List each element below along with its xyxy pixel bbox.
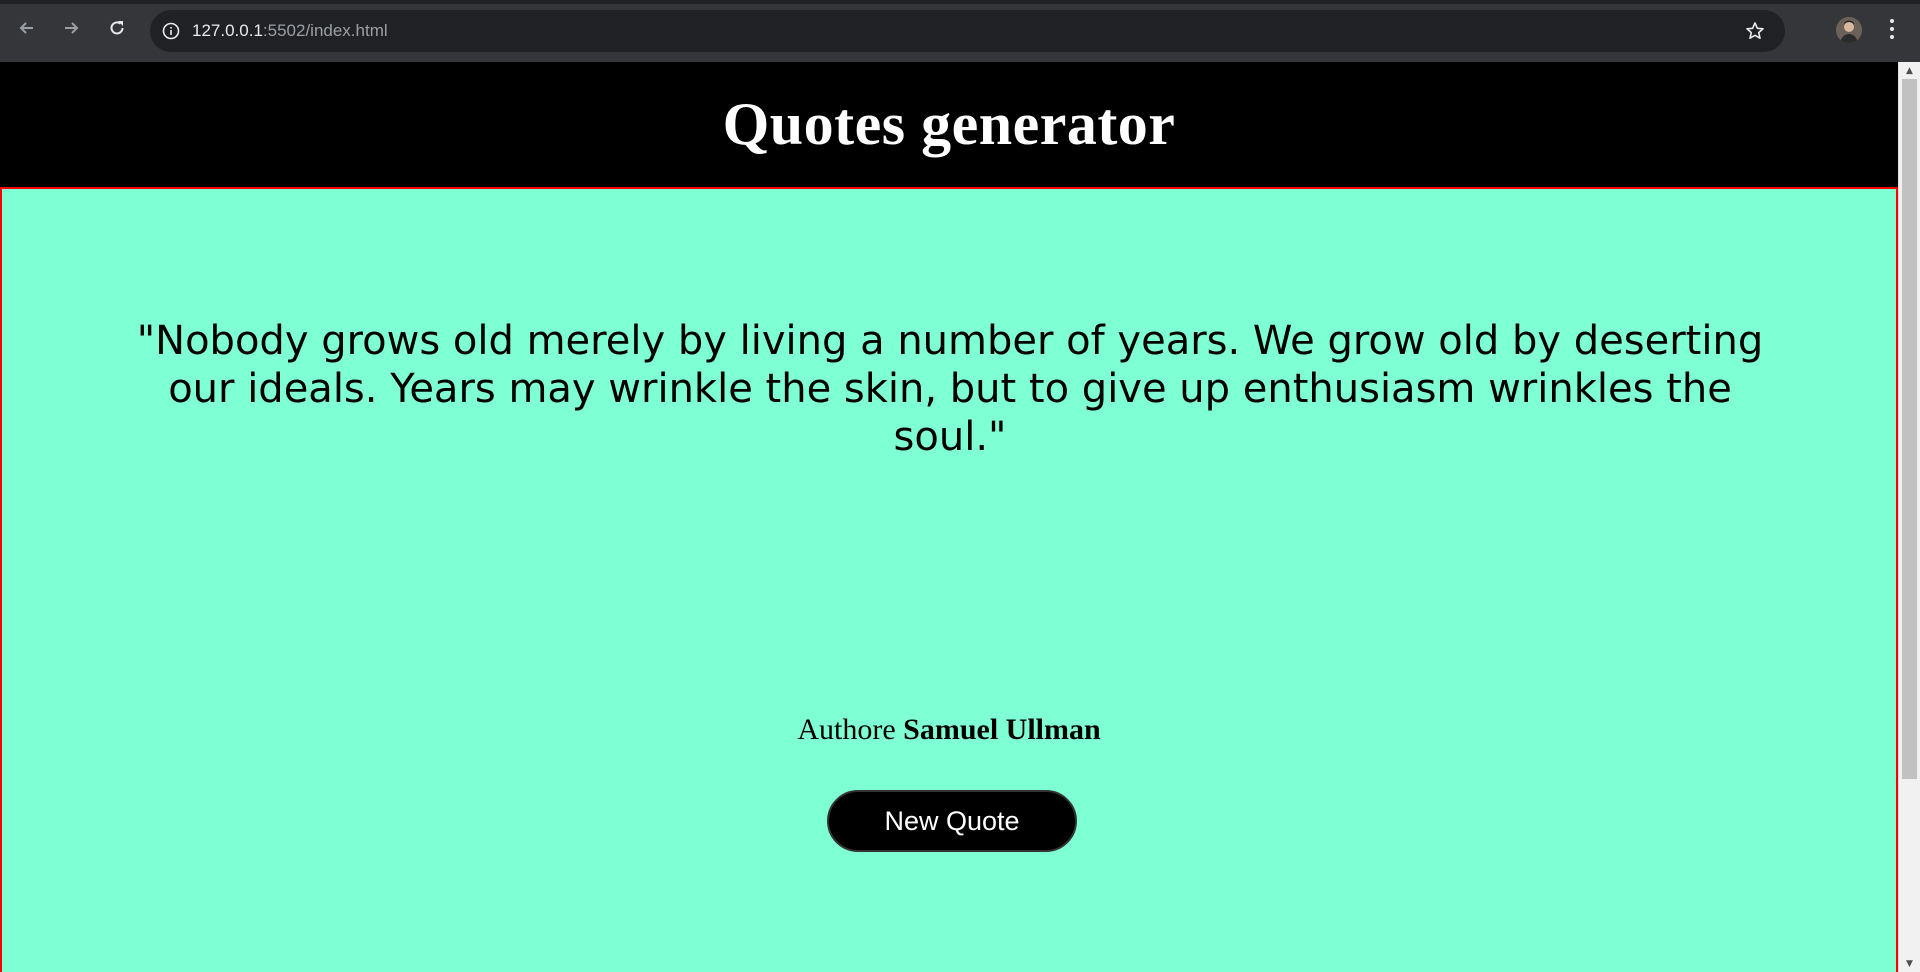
info-icon[interactable]: [162, 22, 180, 40]
author-prefix: Authore: [797, 713, 896, 746]
browser-toolbar: 127.0.0.1:5502/index.html: [0, 0, 1920, 62]
scrollbar-thumb[interactable]: [1902, 79, 1917, 779]
author-name: Samuel Ullman: [903, 713, 1101, 746]
scroll-up-icon[interactable]: ▲: [1899, 62, 1920, 79]
back-button[interactable]: [13, 14, 41, 42]
url-text[interactable]: 127.0.0.1:5502/index.html: [192, 21, 388, 41]
arrow-left-icon: [19, 22, 33, 34]
site-header: Quotes generator: [0, 62, 1898, 187]
scroll-down-icon[interactable]: ▼: [1899, 955, 1920, 972]
url-path: :5502/index.html: [262, 21, 388, 40]
vertical-scrollbar[interactable]: ▲ ▼: [1898, 62, 1920, 972]
arrow-right-icon: [65, 22, 79, 34]
profile-avatar[interactable]: [1836, 17, 1862, 43]
quote-text: "Nobody grows old merely by living a num…: [136, 318, 1764, 460]
star-icon[interactable]: [1743, 19, 1767, 43]
page-viewport: Quotes generator "Nobody grows old merel…: [0, 62, 1898, 972]
author-line: Authore Samuel Ullman: [2, 713, 1896, 747]
quote-panel: "Nobody grows old merely by living a num…: [0, 187, 1898, 972]
new-quote-button[interactable]: New Quote: [827, 790, 1077, 852]
reload-icon: [110, 21, 124, 35]
kebab-menu-icon[interactable]: [1882, 14, 1902, 44]
reload-button[interactable]: [103, 14, 131, 42]
address-bar[interactable]: 127.0.0.1:5502/index.html: [150, 10, 1785, 52]
url-host: 127.0.0.1: [192, 21, 263, 40]
tab-strip: [0, 0, 1920, 4]
page-title: Quotes generator: [722, 91, 1176, 157]
forward-button[interactable]: [57, 14, 85, 42]
